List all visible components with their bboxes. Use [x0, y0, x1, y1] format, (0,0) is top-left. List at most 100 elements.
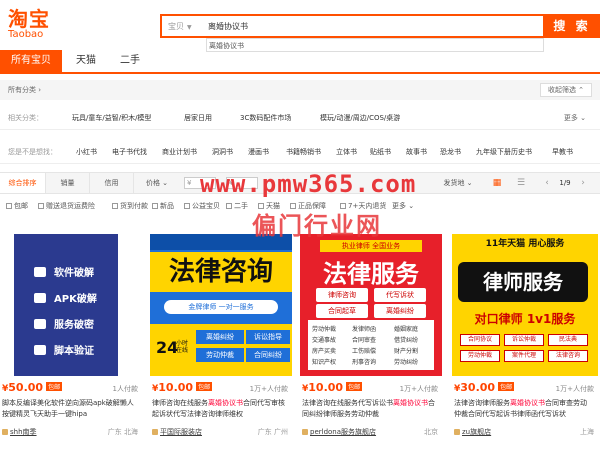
product-price: ¥50.00 包邮	[2, 381, 63, 394]
shop-link[interactable]: perldona服务旗舰店	[302, 427, 376, 437]
guess-item[interactable]: 书籍畅销书	[286, 147, 321, 157]
breadcrumb: 所有分类 › 收起筛选 ⌃	[0, 80, 600, 100]
shop-icon	[2, 429, 8, 435]
taobao-logo[interactable]: 淘宝 Taobao	[8, 8, 50, 40]
sort-price[interactable]: 价格 ⌄	[134, 173, 180, 193]
product-location: 广东 广州	[257, 428, 288, 436]
payment-count: 1万+人付款	[555, 385, 594, 393]
filter-cod[interactable]: 货到付款	[112, 201, 148, 211]
list-view-icon[interactable]: ☰	[512, 173, 530, 193]
product-title[interactable]: 律师咨询在线服务离婚协议书合同代写审核起诉状代写法律咨询律师维权	[152, 398, 290, 420]
guess-item[interactable]: 早教书	[552, 147, 573, 157]
checkbox-icon	[152, 203, 158, 209]
guess-item[interactable]: 故事书	[406, 147, 427, 157]
guess-item[interactable]: 商业计划书	[162, 147, 197, 157]
related-item[interactable]: 居家日用	[184, 113, 212, 123]
product-image[interactable]: 执业律师 全国业务 法律服务 律师咨询 代写诉状 合同起草 离婚纠纷 劳动仲裁 …	[300, 234, 442, 376]
guess-item[interactable]: 小红书	[76, 147, 97, 157]
breadcrumb-all-categories[interactable]: 所有分类 ›	[8, 85, 41, 95]
search-scope-select[interactable]: 宝贝 ▼	[168, 21, 192, 32]
script-icon	[34, 345, 46, 355]
related-label: 相关分类：	[8, 114, 43, 122]
product-image[interactable]: 法律咨询 金牌律师 一对一服务 24 小时 在线 离婚纠纷 诉讼指导 劳动仲裁 …	[150, 234, 292, 376]
guess-item[interactable]: 恐龙书	[440, 147, 461, 157]
shop-link[interactable]: shh南季	[2, 427, 37, 437]
product-location: 广东 北海	[107, 428, 138, 436]
watermark-text: 偏门行业网	[252, 212, 382, 240]
lock-icon	[34, 319, 46, 329]
product-title[interactable]: 法律咨询在线服务代写诉讼书离婚协议书合同纠纷律师服务劳动仲裁	[302, 398, 440, 420]
checkbox-icon	[112, 203, 118, 209]
shop-link[interactable]: zu旗舰店	[454, 427, 491, 437]
product-card[interactable]: 法律咨询 金牌律师 一对一服务 24 小时 在线 离婚纠纷 诉讼指导 劳动仲裁 …	[150, 224, 292, 451]
payment-count: 1人付款	[112, 385, 138, 393]
logo-cn: 淘宝	[8, 7, 50, 31]
guess-item[interactable]: 电子书代找	[112, 147, 147, 157]
payment-count: 1万+人付款	[399, 385, 438, 393]
next-page-icon[interactable]: ›	[578, 173, 588, 193]
tab-tmall[interactable]: 天猫	[68, 50, 104, 72]
filter-charity[interactable]: 公益宝贝	[184, 201, 220, 211]
product-price: ¥10.00 包邮	[152, 381, 213, 394]
guess-item[interactable]: 贴纸书	[370, 147, 391, 157]
filter-secondhand[interactable]: 二手	[226, 201, 248, 211]
product-card[interactable]: 11年天猫 用心服务 律师服务 对口律师 1v1服务 合同协议 诉讼仲裁 民法典…	[452, 224, 598, 451]
guess-label: 您是不是想找：	[8, 148, 57, 156]
sort-default[interactable]: 综合排序	[0, 173, 46, 193]
collapse-filters-button[interactable]: 收起筛选 ⌃	[540, 83, 592, 97]
shop-icon	[454, 429, 460, 435]
search-button[interactable]: 搜 索	[544, 14, 600, 38]
shop-icon	[302, 429, 308, 435]
related-item[interactable]: 模玩/动漫/周边/COS/桌游	[320, 113, 400, 123]
product-image[interactable]: 软件破解 APK破解 服务破密 脚本验证	[14, 234, 118, 376]
search-box: 宝贝 ▼	[160, 14, 545, 38]
free-shipping-badge: 包邮	[196, 382, 213, 391]
guess-item[interactable]: 九年级下册历史书	[476, 147, 532, 157]
free-shipping-badge: 包邮	[46, 382, 63, 391]
free-shipping-badge: 包邮	[498, 382, 515, 391]
product-location: 上海	[580, 428, 594, 436]
logo-en: Taobao	[8, 29, 44, 40]
search-input[interactable]	[208, 18, 538, 34]
sort-credit[interactable]: 信用	[90, 173, 134, 193]
product-price: ¥10.00 包邮	[302, 381, 363, 394]
filters-more-button[interactable]: 更多 ⌄	[392, 201, 414, 211]
product-title[interactable]: 脚本反编译美化软件逆向源码apk破解懒人按键精灵飞天助手一键hipa	[2, 398, 140, 420]
checkbox-icon	[226, 203, 232, 209]
checkbox-icon	[6, 203, 12, 209]
tab-all[interactable]: 所有宝贝	[0, 50, 62, 72]
ship-from-select[interactable]: 发货地 ⌄	[436, 173, 480, 193]
product-title[interactable]: 法律咨询律师服务离婚协议书合同审查劳动仲裁合同代写起诉书律师函代写诉状	[454, 398, 592, 420]
software-icon	[34, 267, 46, 277]
filter-free-shipping[interactable]: 包邮	[6, 201, 28, 211]
guess-item[interactable]: 洞洞书	[212, 147, 233, 157]
tab-secondhand[interactable]: 二手	[112, 50, 148, 72]
filter-new[interactable]: 新品	[152, 201, 174, 211]
product-price: ¥30.00 包邮	[454, 381, 515, 394]
guess-item[interactable]: 漫画书	[248, 147, 269, 157]
prev-page-icon[interactable]: ‹	[542, 173, 552, 193]
tab-bar: 所有宝贝 天猫 二手	[0, 50, 600, 74]
chevron-down-icon: ▼	[187, 24, 192, 31]
related-categories-row: 相关分类： 玩具/童车/益智/积木/模型 居家日用 3C数码配件市场 模玩/动漫…	[0, 104, 600, 130]
related-more-button[interactable]: 更多 ⌄	[564, 113, 586, 123]
grid-view-icon[interactable]: ▦	[488, 173, 506, 193]
related-item[interactable]: 玩具/童车/益智/积木/模型	[72, 113, 151, 123]
page-indicator: 1/9	[559, 179, 571, 187]
product-location: 北京	[424, 428, 438, 436]
suggest-keywords-row: 您是不是想找： 小红书 电子书代找 商业计划书 洞洞书 漫画书 书籍畅销书 立体…	[0, 138, 600, 164]
guess-item[interactable]: 立体书	[336, 147, 357, 157]
payment-count: 1万+人付款	[249, 385, 288, 393]
watermark-url: www.pmw365.com	[200, 170, 417, 198]
shop-link[interactable]: 平国际服装店	[152, 427, 202, 437]
product-card[interactable]: 软件破解 APK破解 服务破密 脚本验证 ¥50.00 包邮 1人付款 脚本反编译…	[0, 224, 142, 451]
filter-return-insurance[interactable]: 赠送退货运费险	[38, 201, 95, 211]
sort-sales[interactable]: 销量	[46, 173, 90, 193]
related-item[interactable]: 3C数码配件市场	[240, 113, 291, 123]
product-image[interactable]: 11年天猫 用心服务 律师服务 对口律师 1v1服务 合同协议 诉讼仲裁 民法典…	[452, 234, 598, 376]
checkbox-icon	[184, 203, 190, 209]
apk-icon	[34, 293, 46, 303]
product-card[interactable]: 执业律师 全国业务 法律服务 律师咨询 代写诉状 合同起草 离婚纠纷 劳动仲裁 …	[300, 224, 442, 451]
shop-icon	[152, 429, 158, 435]
free-shipping-badge: 包邮	[346, 382, 363, 391]
